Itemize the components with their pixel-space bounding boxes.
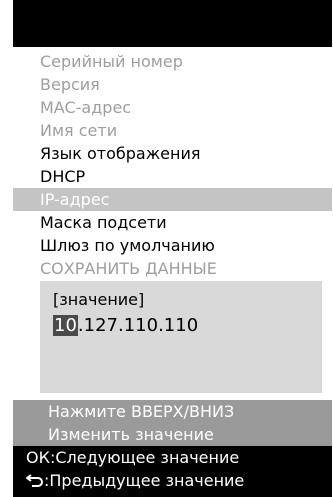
help-line-change-value: Изменить значение <box>48 425 214 444</box>
menu-item-network-name[interactable]: Имя сети <box>13 119 332 142</box>
value-editor: [значение] 10.127.110.110 <box>40 281 322 393</box>
menu-item-version[interactable]: Версия <box>13 73 332 96</box>
key-hint-back-label: :Предыдущее значение <box>44 471 245 490</box>
ip-value-field[interactable]: 10.127.110.110 <box>53 315 198 336</box>
value-label: [значение] <box>53 290 145 309</box>
menu-item-display-language[interactable]: Язык отображения <box>13 142 332 165</box>
menu-item-mac-address[interactable]: MAC-адрес <box>13 96 332 119</box>
menu-item-ip-address[interactable]: IP-адрес <box>13 188 332 211</box>
return-arrow-icon <box>26 474 43 487</box>
menu-item-save-data[interactable]: СОХРАНИТЬ ДАННЫЕ <box>13 257 332 280</box>
help-panel: Нажмите ВВЕРХ/ВНИЗ Изменить значение <box>13 400 332 446</box>
key-hint-ok: ОК:Следующее значение <box>26 448 240 467</box>
device-screen: Серийный номер Версия MAC-адрес Имя сети… <box>13 0 332 497</box>
menu-item-serial-number[interactable]: Серийный номер <box>13 50 332 73</box>
settings-menu: Серийный номер Версия MAC-адрес Имя сети… <box>13 50 332 280</box>
value-remainder: .127.110.110 <box>77 315 199 336</box>
menu-item-dhcp[interactable]: DHCP <box>13 165 332 188</box>
top-bar <box>13 0 332 47</box>
value-cursor-segment: 10 <box>53 315 78 336</box>
menu-item-subnet-mask[interactable]: Маска подсети <box>13 211 332 234</box>
menu-item-default-gateway[interactable]: Шлюз по умолчанию <box>13 234 332 257</box>
help-line-up-down: Нажмите ВВЕРХ/ВНИЗ <box>48 402 235 421</box>
key-hint-back: :Предыдущее значение <box>13 469 332 492</box>
key-hints: ОК:Следующее значение :Предыдущее значен… <box>13 446 332 497</box>
